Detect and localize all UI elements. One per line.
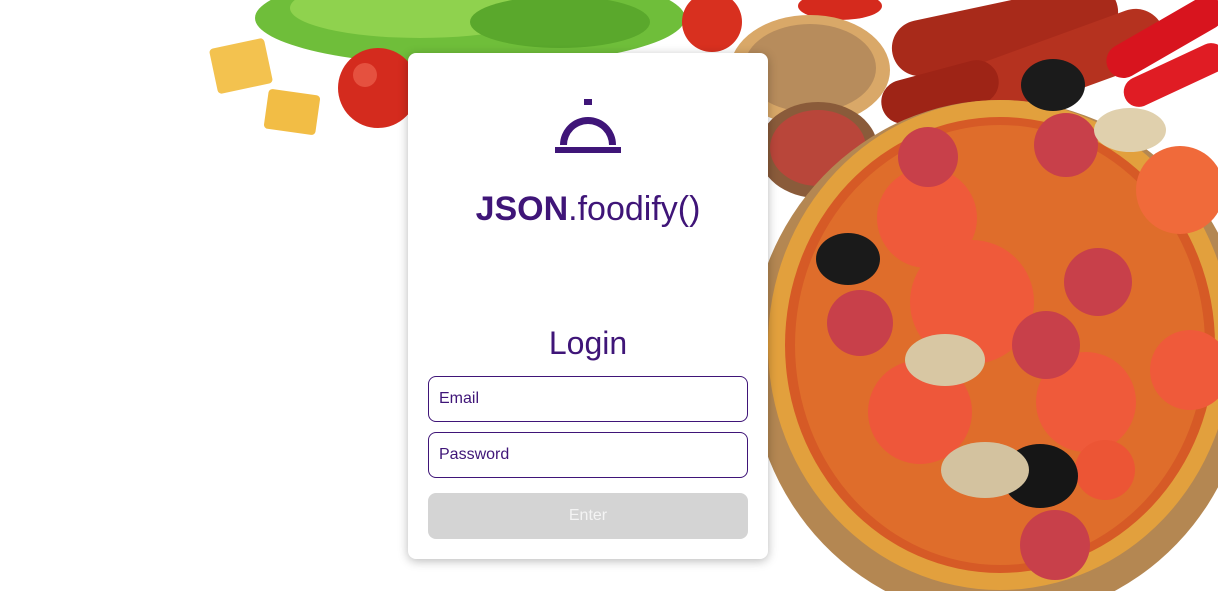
brand-bold-text: JSON [475,190,569,228]
login-card: JSON.foodify() Login Enter [408,53,768,559]
password-input[interactable] [428,432,748,478]
enter-button[interactable]: Enter [428,493,748,539]
cloche-icon [555,99,621,153]
email-input[interactable] [428,376,748,422]
login-heading: Login [548,325,628,361]
app-brand-title: JSON.foodify() [408,190,768,229]
brand-rest-text: .foodify() [568,190,701,228]
